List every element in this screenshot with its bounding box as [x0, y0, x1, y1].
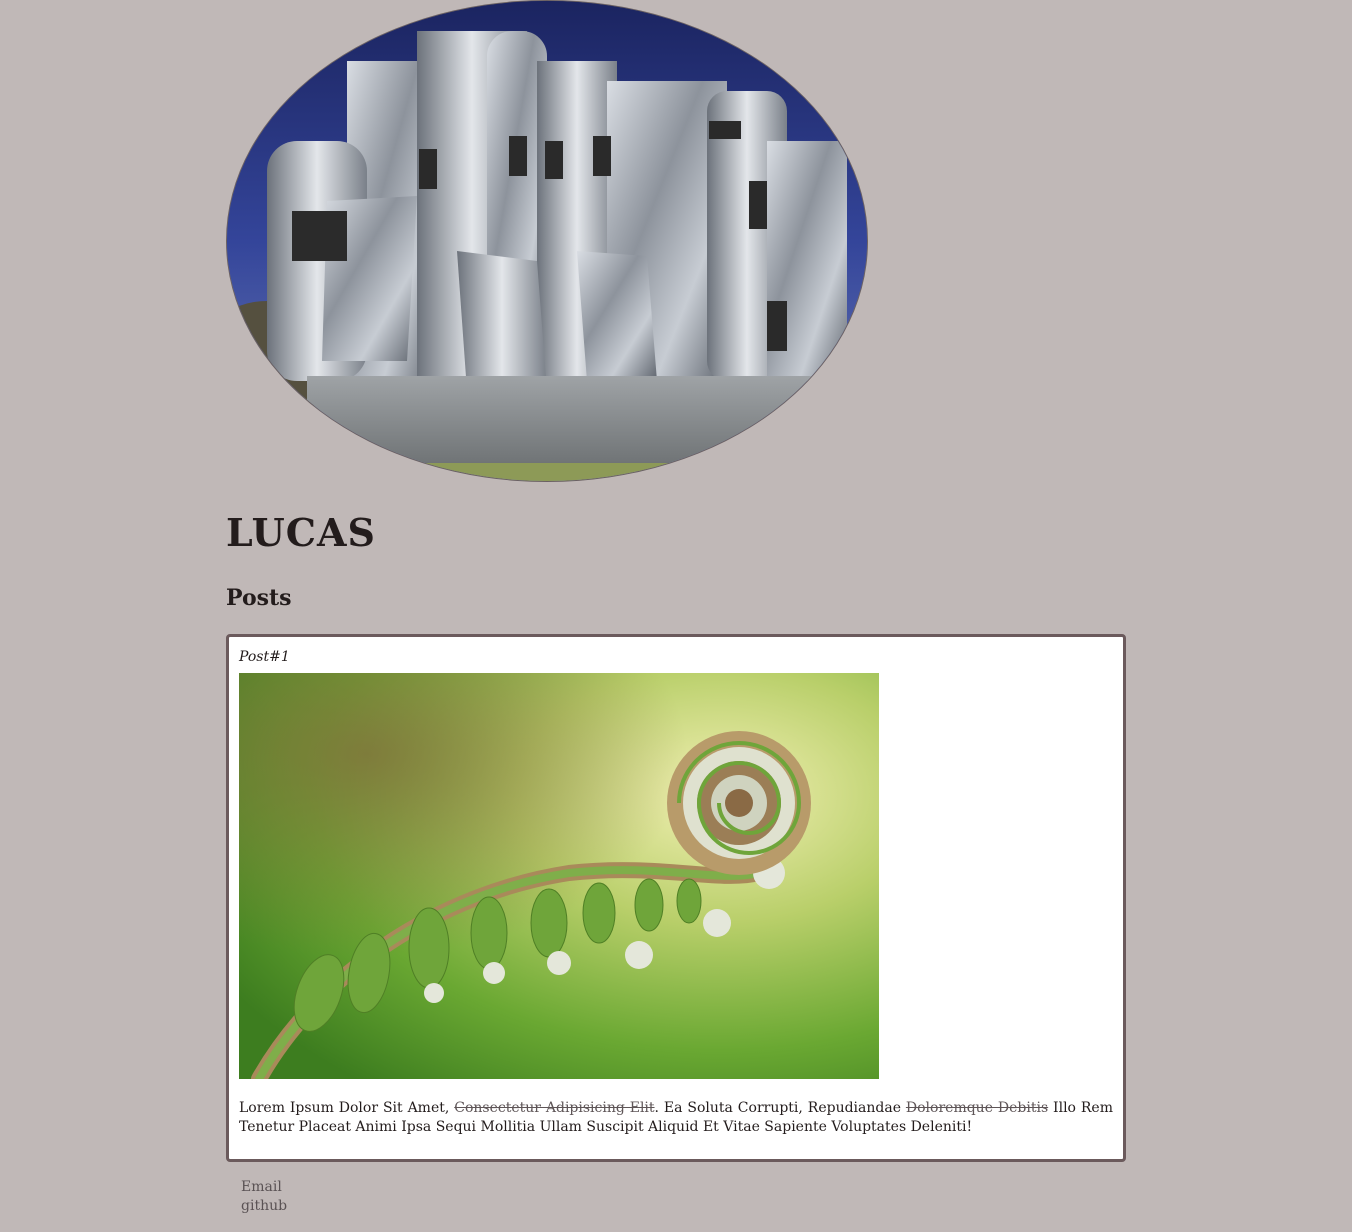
- posts-section-title: Posts: [226, 585, 292, 611]
- site-title: LUCAS: [226, 510, 376, 555]
- hero-image: [226, 0, 868, 482]
- email-link[interactable]: Email: [241, 1178, 287, 1197]
- github-link[interactable]: github: [241, 1197, 287, 1216]
- fern-illustration: [239, 673, 879, 1087]
- post-text-2: . Ea Soluta Corrupti, Repudiandae: [654, 1100, 906, 1116]
- post-text-strike-1: Consectetur Adipisicing Elit: [454, 1100, 655, 1116]
- post-body: Lorem Ipsum Dolor Sit Amet, Consectetur …: [239, 1099, 1113, 1137]
- footer-links: Email github: [241, 1178, 287, 1216]
- post-card: Post#1 Lorem Ipsum Dolor Sit Amet, Conse…: [226, 634, 1126, 1162]
- post-text-1: Lorem Ipsum Dolor Sit Amet,: [239, 1100, 455, 1116]
- post-title: Post#1: [239, 649, 290, 665]
- building-illustration: [227, 1, 867, 481]
- post-image: [239, 673, 879, 1087]
- post-text-strike-2: Doloremque Debitis: [905, 1100, 1049, 1116]
- page-container: LUCAS Posts Post#1 Lorem Ipsum Dolor Sit…: [226, 0, 1126, 1214]
